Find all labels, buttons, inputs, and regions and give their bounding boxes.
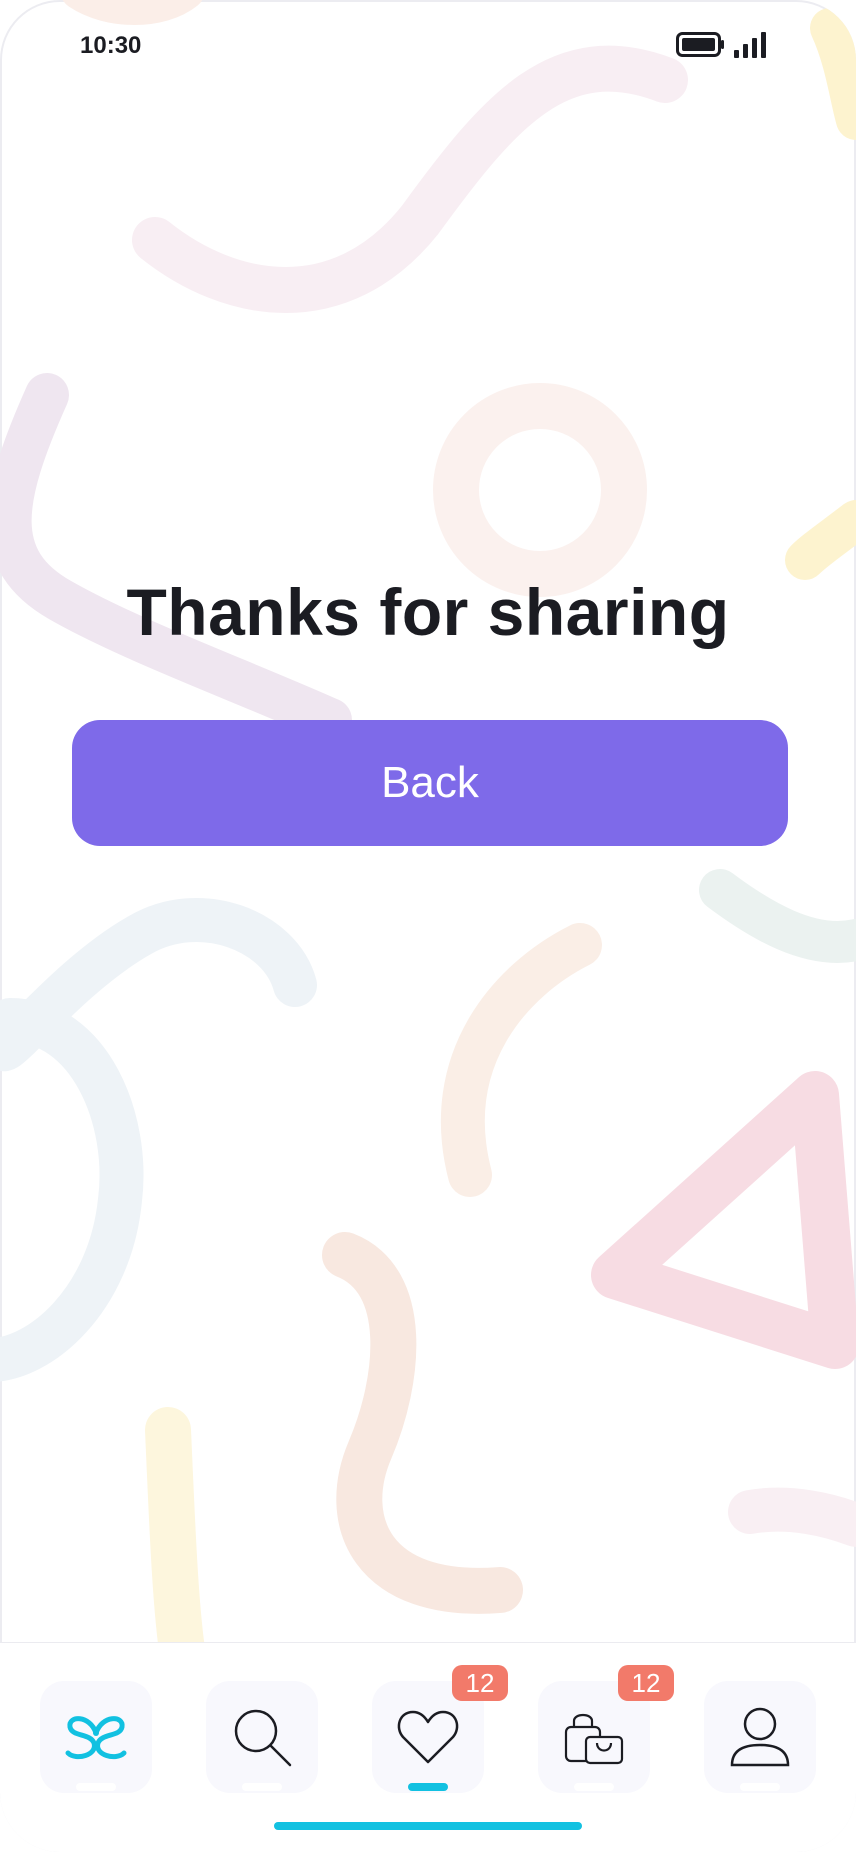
bg-s-curve-peach	[322, 1232, 523, 1614]
bg-curve-yellow-top	[810, 8, 856, 140]
bottom-tab-bar: 12 12	[0, 1642, 856, 1852]
tab-indicator	[76, 1783, 116, 1791]
search-icon	[234, 1709, 292, 1767]
status-time: 10:30	[80, 32, 142, 59]
home-indicator	[274, 1822, 582, 1830]
tab-profile[interactable]	[704, 1681, 816, 1793]
tab-indicator	[242, 1783, 282, 1791]
bg-loop-blue-2	[0, 998, 144, 1382]
battery-icon	[676, 32, 724, 57]
back-button[interactable]: Back	[72, 720, 788, 846]
notification-badge: 12	[452, 1665, 508, 1701]
bg-triangle-pink	[591, 1071, 856, 1369]
bg-ring-peach	[433, 383, 647, 597]
phone-screen: 10:30 Thanks for sharing Back 12 12	[0, 0, 856, 1852]
tab-indicator	[574, 1783, 614, 1791]
heart-icon	[397, 1710, 459, 1764]
notification-badge: 12	[618, 1665, 674, 1701]
bg-squiggle-pink	[132, 45, 688, 313]
tab-search[interactable]	[206, 1681, 318, 1793]
status-icons	[676, 30, 772, 69]
tab-home[interactable]	[40, 1681, 152, 1793]
bg-curve-yellow-right	[785, 500, 856, 580]
decorative-background	[0, 0, 856, 1673]
tab-indicator	[740, 1783, 780, 1791]
tab-favorites[interactable]: 12	[372, 1665, 508, 1793]
page-title: Thanks for sharing	[126, 575, 730, 649]
bg-arc-top-left	[62, 0, 203, 25]
app-logo-icon	[65, 1716, 127, 1760]
shopping-bags-icon	[564, 1713, 624, 1765]
bg-squiggle-lilac	[0, 373, 352, 742]
bg-arc-mint	[699, 869, 856, 963]
bg-arc-pink-bottom	[728, 1487, 856, 1547]
tab-indicator-active	[408, 1783, 448, 1791]
bg-arc-peach	[440, 923, 602, 1197]
profile-icon	[730, 1707, 790, 1767]
signal-icon	[734, 32, 766, 58]
bg-line-yellow	[145, 1407, 205, 1673]
tab-shopping[interactable]: 12	[538, 1665, 674, 1793]
